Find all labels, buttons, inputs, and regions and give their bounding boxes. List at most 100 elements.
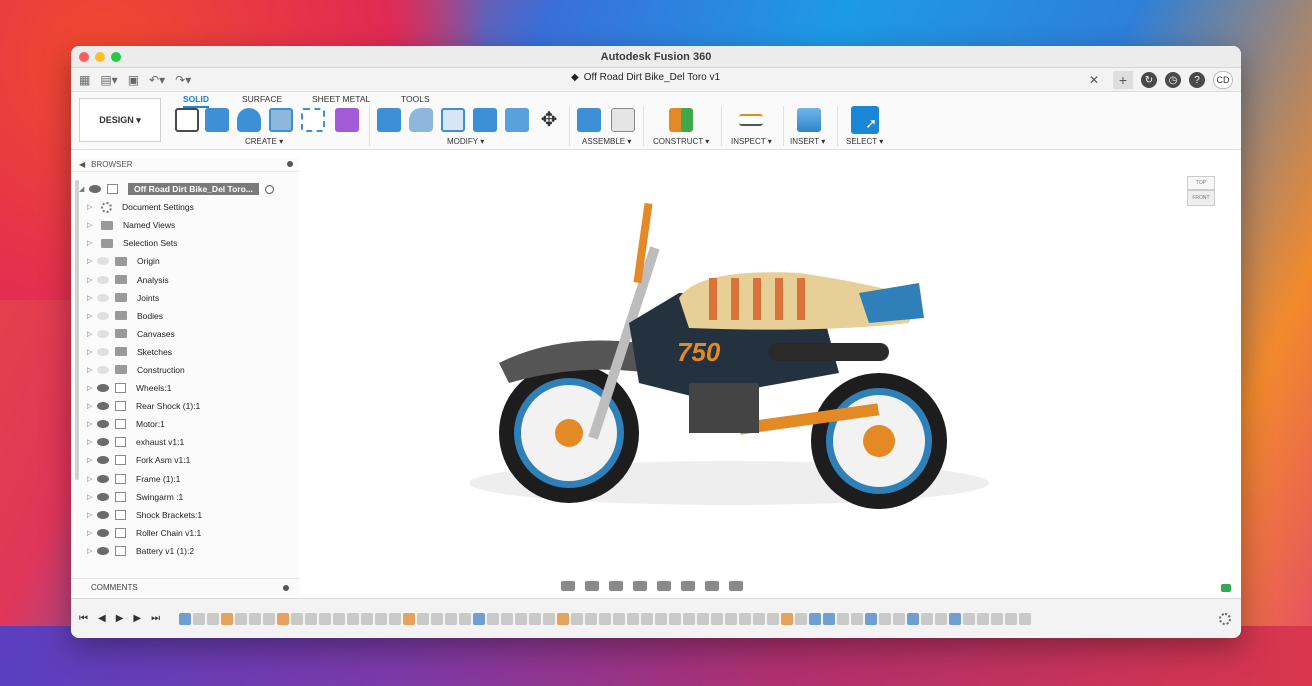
timeline-feature-icon[interactable] — [263, 613, 275, 625]
browser-item[interactable]: ▷ Swingarm :1 — [79, 488, 297, 506]
timeline-feature-icon[interactable] — [893, 613, 905, 625]
visibility-icon[interactable] — [97, 456, 109, 465]
look-at-icon[interactable] — [585, 581, 599, 591]
visibility-icon[interactable] — [97, 420, 109, 429]
exhaust[interactable] — [769, 343, 889, 361]
timeline-feature-icon[interactable] — [641, 613, 653, 625]
front-wheel[interactable] — [499, 363, 639, 503]
view-cube-front[interactable]: FRONT — [1187, 190, 1215, 206]
browser-item[interactable]: ▷ Analysis — [79, 270, 297, 288]
tab-surface[interactable]: SURFACE — [242, 94, 282, 104]
timeline-feature-icon[interactable] — [711, 613, 723, 625]
timeline-feature-icon[interactable] — [725, 613, 737, 625]
timeline-feature-icon[interactable] — [851, 613, 863, 625]
comments-panel[interactable]: COMMENTS — [71, 578, 299, 596]
timeline-feature-icon[interactable] — [837, 613, 849, 625]
select-menu[interactable]: SELECT ▾ — [846, 137, 883, 146]
fit-icon[interactable] — [657, 581, 671, 591]
timeline-feature-icon[interactable] — [655, 613, 667, 625]
timeline-feature-icon[interactable] — [683, 613, 695, 625]
visibility-icon[interactable] — [97, 275, 109, 284]
workspace-switcher[interactable]: DESIGN ▾ — [79, 98, 161, 142]
expand-caret-icon[interactable]: ▷ — [87, 402, 97, 410]
zoom-icon[interactable] — [633, 581, 647, 591]
visibility-icon[interactable] — [97, 474, 109, 483]
press-pull-icon[interactable] — [377, 108, 401, 132]
construct-menu[interactable]: CONSTRUCT ▾ — [653, 137, 709, 146]
collapse-caret-icon[interactable]: ◢ — [79, 185, 89, 193]
redo-icon[interactable]: ↷▾ — [175, 73, 191, 87]
timeline-feature-icon[interactable] — [557, 613, 569, 625]
expand-caret-icon[interactable]: ▷ — [87, 276, 97, 284]
rear-wheel[interactable] — [811, 373, 947, 509]
activate-radio-icon[interactable] — [264, 184, 274, 194]
visibility-icon[interactable] — [97, 347, 109, 356]
timeline-settings-icon[interactable] — [1219, 613, 1231, 625]
browser-item[interactable]: ▷ Construction — [79, 361, 297, 379]
browser-item[interactable]: ▷ Shock Brackets:1 — [79, 506, 297, 524]
form-icon[interactable] — [335, 108, 359, 132]
go-to-start-icon[interactable]: ⏮ — [79, 613, 88, 624]
insert-menu[interactable]: INSERT ▾ — [790, 137, 825, 146]
timeline-feature-icon[interactable] — [627, 613, 639, 625]
timeline-feature-icon[interactable] — [431, 613, 443, 625]
timeline-feature-icon[interactable] — [781, 613, 793, 625]
timeline-feature-icon[interactable] — [207, 613, 219, 625]
minimize-window-button[interactable] — [95, 52, 105, 62]
fillet-icon[interactable] — [409, 108, 433, 132]
expand-caret-icon[interactable]: ▷ — [87, 529, 97, 537]
timeline-feature-icon[interactable] — [333, 613, 345, 625]
browser-item[interactable]: ▷ Bodies — [79, 307, 297, 325]
motor[interactable] — [689, 383, 759, 433]
expand-caret-icon[interactable]: ▷ — [87, 475, 97, 483]
browser-item[interactable]: ▷ Origin — [79, 252, 297, 270]
timeline-feature-icon[interactable] — [599, 613, 611, 625]
expand-caret-icon[interactable]: ▷ — [87, 257, 97, 265]
view-cube-top[interactable]: TOP — [1187, 176, 1215, 190]
timeline-feature-icon[interactable] — [473, 613, 485, 625]
move-icon[interactable]: ✥ — [537, 108, 561, 132]
timeline-track[interactable] — [179, 611, 1201, 627]
timeline-feature-icon[interactable] — [445, 613, 457, 625]
visibility-icon[interactable] — [97, 293, 109, 302]
visibility-icon[interactable] — [97, 402, 109, 411]
timeline-feature-icon[interactable] — [767, 613, 779, 625]
visibility-icon[interactable] — [97, 257, 109, 266]
close-window-button[interactable] — [79, 52, 89, 62]
help-icon[interactable]: ? — [1189, 72, 1205, 88]
modify-menu[interactable]: MODIFY ▾ — [447, 137, 484, 146]
browser-item[interactable]: ▷ Roller Chain v1:1 — [79, 524, 297, 542]
document-tab[interactable]: ◆ Off Road Dirt Bike_Del Toro v1 — [571, 72, 720, 83]
visibility-icon[interactable] — [97, 365, 109, 374]
timeline-feature-icon[interactable] — [389, 613, 401, 625]
visibility-icon[interactable] — [97, 528, 109, 537]
timeline-feature-icon[interactable] — [697, 613, 709, 625]
timeline-feature-icon[interactable] — [221, 613, 233, 625]
visibility-icon[interactable] — [97, 546, 109, 555]
timeline-feature-icon[interactable] — [865, 613, 877, 625]
timeline-feature-icon[interactable] — [487, 613, 499, 625]
play-icon[interactable]: ▶ — [116, 613, 124, 624]
browser-item[interactable]: ▷ Named Views — [79, 216, 297, 234]
canvas-viewport[interactable]: 750 TOP FRONT — [299, 158, 1241, 578]
browser-item[interactable]: ▷ Motor:1 — [79, 415, 297, 433]
timeline-feature-icon[interactable] — [179, 613, 191, 625]
panel-options-icon[interactable] — [287, 161, 293, 167]
extrude-icon[interactable] — [205, 108, 229, 132]
dirt-bike-model[interactable]: 750 — [439, 183, 999, 523]
create-menu[interactable]: CREATE ▾ — [245, 137, 283, 146]
browser-item[interactable]: ▷ Frame (1):1 — [79, 470, 297, 488]
timeline-feature-icon[interactable] — [193, 613, 205, 625]
pattern-icon[interactable] — [301, 108, 325, 132]
timeline-feature-icon[interactable] — [459, 613, 471, 625]
undo-icon[interactable]: ↶▾ — [149, 73, 165, 87]
new-tab-button[interactable]: + — [1113, 71, 1133, 89]
timeline-feature-icon[interactable] — [921, 613, 933, 625]
timeline-feature-icon[interactable] — [879, 613, 891, 625]
timeline-feature-icon[interactable] — [529, 613, 541, 625]
expand-caret-icon[interactable]: ▷ — [87, 384, 97, 392]
timeline-feature-icon[interactable] — [585, 613, 597, 625]
timeline-feature-icon[interactable] — [739, 613, 751, 625]
timeline-feature-icon[interactable] — [977, 613, 989, 625]
browser-root[interactable]: ◢ Off Road Dirt Bike_Del Toro... — [79, 180, 297, 198]
